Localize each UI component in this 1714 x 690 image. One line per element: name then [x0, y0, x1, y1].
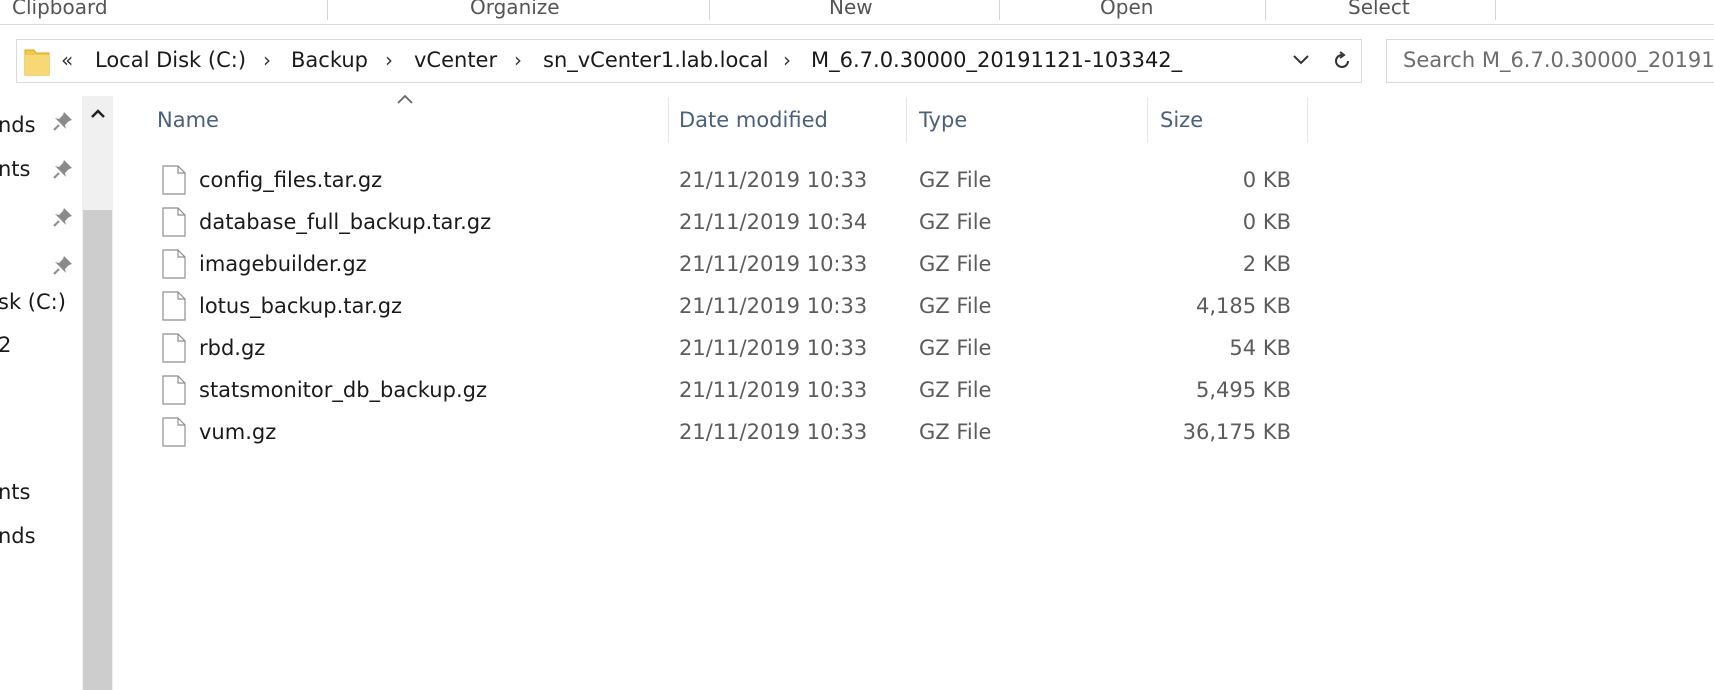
search-input[interactable] [1387, 40, 1714, 80]
ribbon-separator [327, 0, 328, 20]
file-size: 2 KB [1242, 252, 1291, 276]
refresh-icon [1335, 51, 1349, 68]
file-row[interactable]: vum.gz 21/11/2019 10:33 GZ File 36,175 K… [150, 411, 1310, 453]
chevron-down-icon [1293, 55, 1309, 65]
file-row[interactable]: database_full_backup.tar.gz 21/11/2019 1… [150, 201, 1310, 243]
chevron-up-icon [90, 109, 105, 118]
file-type: GZ File [919, 336, 992, 360]
file-row[interactable]: config_files.tar.gz 21/11/2019 10:33 GZ … [150, 159, 1310, 201]
breadcrumb-backup[interactable]: Backup [291, 40, 368, 82]
nav-item-folder-2[interactable]: 2 [0, 330, 11, 360]
chevron-right-icon[interactable]: › [783, 40, 791, 82]
file-name: config_files.tar.gz [199, 168, 383, 192]
file-row[interactable]: imagebuilder.gz 21/11/2019 10:33 GZ File… [150, 243, 1310, 285]
chevron-right-icon[interactable]: › [514, 40, 522, 82]
breadcrumb-current-folder[interactable]: M_6.7.0.30000_20191121-103342_ [811, 40, 1182, 82]
file-date-modified: 21/11/2019 10:33 [679, 294, 868, 318]
file-type: GZ File [919, 210, 992, 234]
file-icon [162, 207, 186, 237]
nav-scroll-up-button[interactable] [82, 96, 113, 132]
file-size: 0 KB [1242, 210, 1291, 234]
folder-icon [24, 49, 50, 76]
file-size: 4,185 KB [1196, 294, 1291, 318]
nav-item-local-disk[interactable]: sk (C:) [0, 287, 66, 317]
file-name: statsmonitor_db_backup.gz [199, 378, 487, 402]
nav-item-downloads-2[interactable]: nds [0, 521, 36, 551]
breadcrumb-vcenter[interactable]: vCenter [414, 40, 497, 82]
column-divider[interactable] [1147, 97, 1148, 143]
file-date-modified: 21/11/2019 10:34 [679, 210, 868, 234]
file-icon [162, 291, 186, 321]
file-icon [162, 333, 186, 363]
file-size: 36,175 KB [1182, 420, 1291, 444]
file-name: vum.gz [199, 420, 277, 444]
file-icon [162, 417, 186, 447]
nav-item-documents[interactable]: nts [0, 154, 30, 184]
pin-icon[interactable] [52, 158, 74, 180]
file-type: GZ File [919, 294, 992, 318]
ribbon-group-open: Open [1100, 0, 1154, 19]
chevron-right-icon[interactable]: › [385, 40, 393, 82]
column-divider[interactable] [668, 97, 669, 143]
ribbon-separator [999, 0, 1000, 20]
file-row[interactable]: statsmonitor_db_backup.gz 21/11/2019 10:… [150, 369, 1310, 411]
file-name: database_full_backup.tar.gz [199, 210, 492, 234]
pin-icon[interactable] [52, 254, 74, 276]
file-row[interactable]: rbd.gz 21/11/2019 10:33 GZ File 54 KB [150, 327, 1310, 369]
breadcrumb-sn-vcenter1[interactable]: sn_vCenter1.lab.local [543, 40, 769, 82]
breadcrumb-overflow-button[interactable]: « [61, 40, 73, 82]
ribbon-separator [1495, 0, 1496, 20]
file-size: 5,495 KB [1196, 378, 1291, 402]
refresh-button[interactable] [1323, 39, 1362, 83]
column-header-type[interactable]: Type [919, 96, 967, 144]
file-date-modified: 21/11/2019 10:33 [679, 336, 868, 360]
file-type: GZ File [919, 252, 992, 276]
nav-scrollbar-thumb[interactable] [83, 210, 112, 690]
column-header-name[interactable]: Name [157, 96, 219, 144]
breadcrumb-local-disk[interactable]: Local Disk (C:) [95, 40, 246, 82]
file-icon [162, 249, 186, 279]
file-date-modified: 21/11/2019 10:33 [679, 252, 868, 276]
ribbon-group-select: Select [1348, 0, 1410, 19]
file-type: GZ File [919, 168, 992, 192]
nav-item-pinned-4[interactable] [0, 244, 48, 274]
file-name: rbd.gz [199, 336, 266, 360]
chevron-right-icon[interactable]: › [263, 40, 271, 82]
nav-item-downloads[interactable]: nds [0, 110, 36, 140]
nav-item-pinned-3[interactable] [0, 200, 48, 230]
file-date-modified: 21/11/2019 10:33 [679, 378, 868, 402]
column-divider[interactable] [1307, 97, 1308, 143]
sort-ascending-icon [397, 94, 413, 104]
search-box[interactable] [1386, 39, 1714, 83]
ribbon-group-clipboard: Clipboard [12, 0, 108, 19]
ribbon-separator [709, 0, 710, 20]
ribbon-group-labels: Clipboard Organize New Open Select [0, 0, 1714, 25]
file-icon [162, 375, 186, 405]
file-name: imagebuilder.gz [199, 252, 367, 276]
address-history-button[interactable] [1282, 39, 1320, 81]
file-icon [162, 165, 186, 195]
file-date-modified: 21/11/2019 10:33 [679, 168, 868, 192]
ribbon-group-new: New [829, 0, 873, 19]
file-date-modified: 21/11/2019 10:33 [679, 420, 868, 444]
ribbon-separator [1265, 0, 1266, 20]
nav-item-documents-2[interactable]: nts [0, 477, 30, 507]
pin-icon[interactable] [52, 206, 74, 228]
column-header-date-modified[interactable]: Date modified [679, 96, 828, 144]
file-type: GZ File [919, 378, 992, 402]
column-divider[interactable] [906, 97, 907, 143]
file-size: 54 KB [1229, 336, 1291, 360]
address-bar[interactable]: « Local Disk (C:) › Backup › vCenter › s… [16, 39, 1324, 83]
file-name: lotus_backup.tar.gz [199, 294, 403, 318]
pin-icon[interactable] [52, 110, 74, 132]
ribbon-group-organize: Organize [470, 0, 560, 19]
column-header-size[interactable]: Size [1160, 96, 1203, 144]
file-row[interactable]: lotus_backup.tar.gz 21/11/2019 10:33 GZ … [150, 285, 1310, 327]
file-size: 0 KB [1242, 168, 1291, 192]
file-type: GZ File [919, 420, 992, 444]
